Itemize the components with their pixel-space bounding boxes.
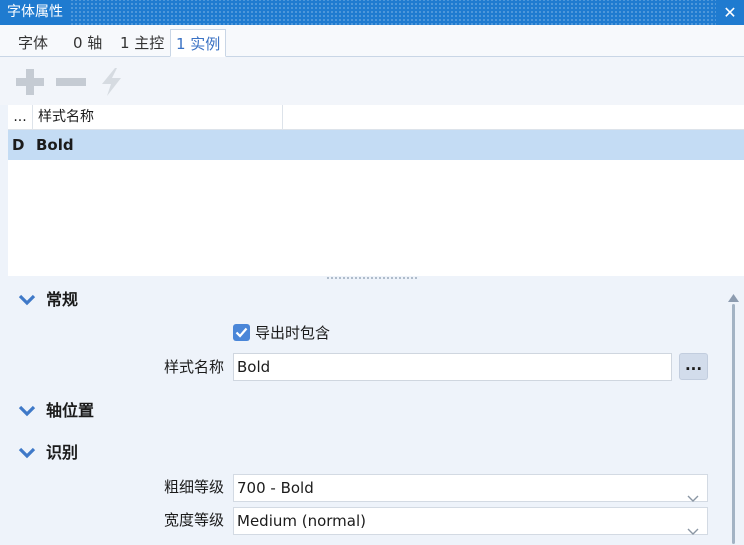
column-header-flags[interactable]: ... [8,105,33,129]
list-item-name: Bold [36,136,74,154]
tab-instances[interactable]: 1 实例 [170,29,227,57]
section-general-title: 常规 [46,290,79,309]
width-class-label: 宽度等级 [163,511,224,529]
list-header: ... 样式名称 [8,105,744,130]
column-header-style-name[interactable]: 样式名称 [33,105,283,129]
style-name-label: 样式名称 [163,358,224,376]
tab-axes[interactable]: 0 轴 [68,29,107,57]
list-item-code: D [12,136,25,154]
toolbar [0,57,744,105]
tab-font[interactable]: 字体 [13,29,53,57]
close-icon[interactable]: ✕ [716,0,744,25]
style-name-browse-button[interactable]: ... [679,353,708,380]
title-bar: 字体属性 ✕ [0,0,744,25]
scrollbar-thumb[interactable] [732,304,735,544]
chevron-down-icon [18,293,36,311]
instances-list: ... 样式名称 D Bold [8,105,744,276]
tab-bar: 字体 0 轴 1 主控 1 实例 [0,25,744,57]
weight-class-value: 700 - Bold [237,479,314,497]
splitter-handle[interactable] [326,276,418,281]
scrollbar[interactable] [724,281,744,544]
chevron-down-icon [18,446,36,464]
section-axis-position-title: 轴位置 [46,401,95,420]
weight-class-label: 粗细等级 [163,478,224,496]
width-class-select[interactable]: Medium (normal) [233,507,708,535]
width-class-value: Medium (normal) [237,512,367,530]
weight-class-select[interactable]: 700 - Bold [233,474,708,502]
chevron-down-icon [687,518,699,545]
minus-icon[interactable] [55,67,87,97]
tab-masters[interactable]: 1 主控 [115,29,169,57]
lightning-icon[interactable] [97,67,129,97]
plus-icon[interactable] [14,67,46,97]
export-checkbox-label: 导出时包含 [255,324,331,342]
style-name-field[interactable]: Bold [233,353,672,381]
section-identification-title: 识别 [46,443,79,462]
window-title: 字体属性 [0,0,70,25]
export-checkbox[interactable] [233,324,250,341]
list-item[interactable]: D Bold [8,130,744,160]
chevron-down-icon [18,404,36,422]
